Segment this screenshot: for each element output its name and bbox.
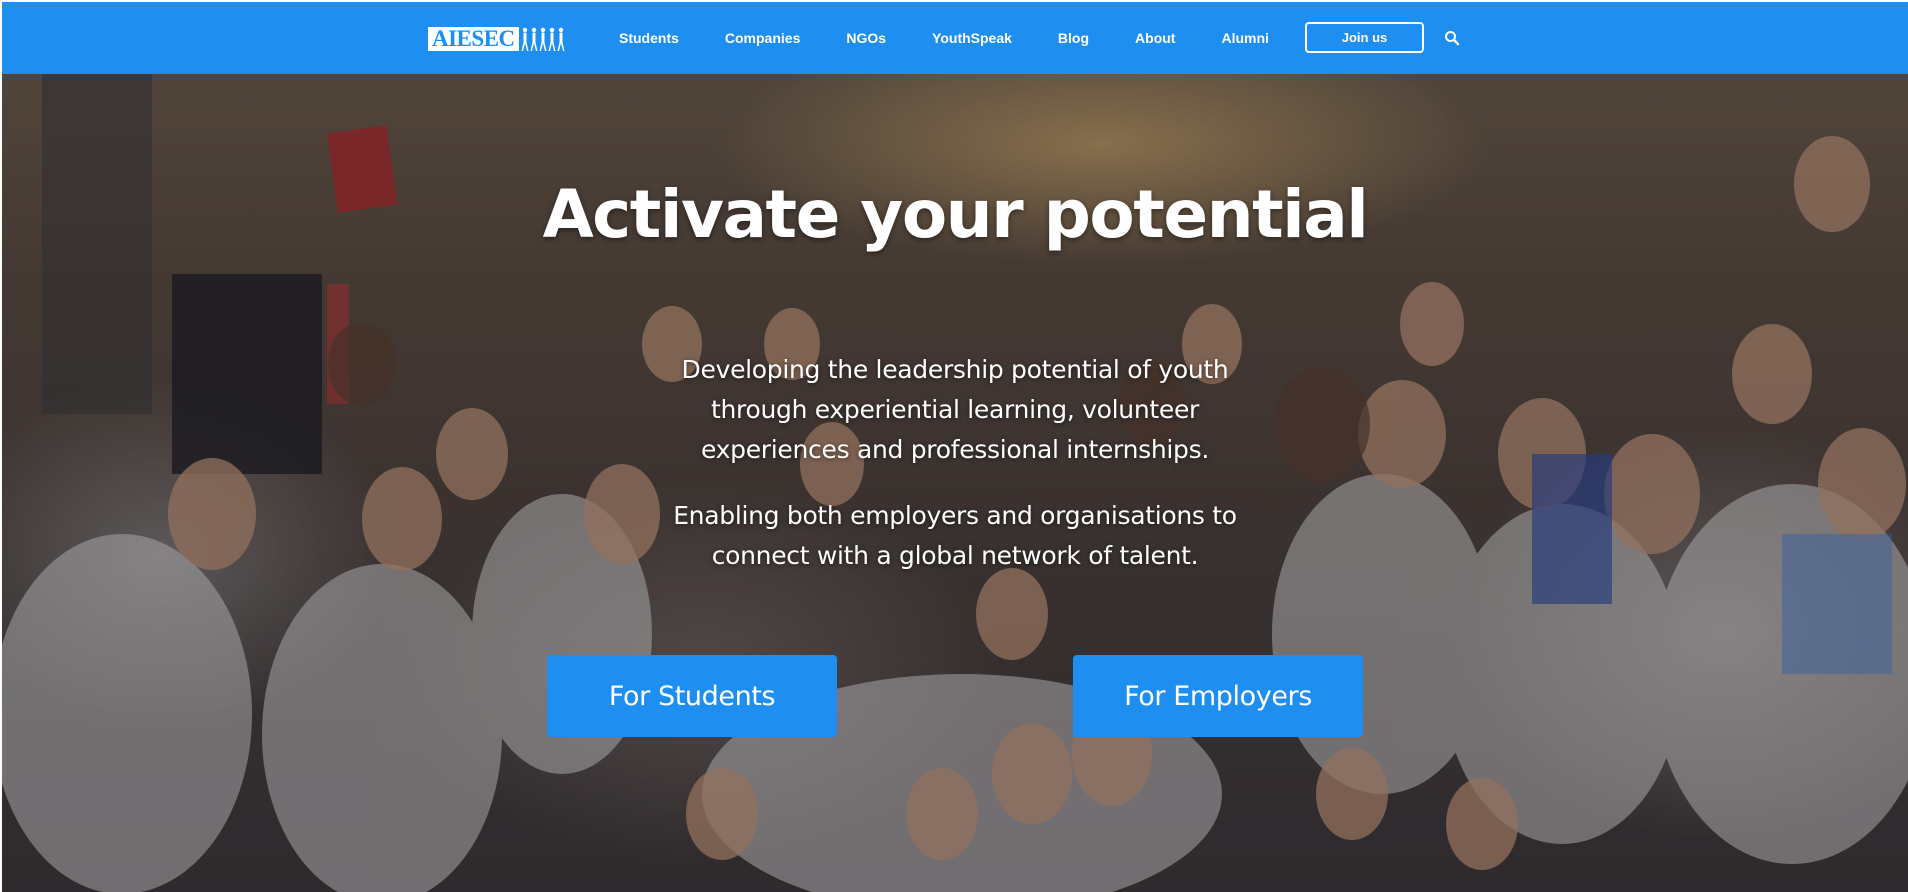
hero-paragraph-employers: Enabling both employers and organisation…: [673, 501, 1237, 570]
people-figures-icon: [521, 27, 565, 51]
page: AIESEC Students Companies NGOs YouthSpea…: [2, 2, 1908, 892]
main-nav: Students Companies NGOs YouthSpeak Blog …: [619, 2, 1315, 74]
nav-companies[interactable]: Companies: [725, 30, 800, 46]
nav-about[interactable]: About: [1135, 30, 1175, 46]
hero-title: Activate your potential: [542, 176, 1369, 253]
nav-ngos[interactable]: NGOs: [846, 30, 886, 46]
nav-blog[interactable]: Blog: [1058, 30, 1089, 46]
for-employers-button[interactable]: For Employers: [1073, 655, 1363, 737]
nav-students[interactable]: Students: [619, 30, 679, 46]
aiesec-logo[interactable]: AIESEC: [428, 26, 588, 52]
search-icon[interactable]: [1444, 30, 1460, 46]
join-us-button[interactable]: Join us: [1305, 22, 1424, 53]
hero-section: Activate your potential Developing the l…: [2, 74, 1908, 892]
logo-wordmark: AIESEC: [428, 27, 519, 51]
for-students-button[interactable]: For Students: [547, 655, 837, 737]
nav-youthspeak[interactable]: YouthSpeak: [932, 30, 1012, 46]
nav-alumni[interactable]: Alumni: [1221, 30, 1268, 46]
hero-paragraph-leadership: Developing the leadership potential of y…: [681, 355, 1229, 464]
top-navbar: AIESEC Students Companies NGOs YouthSpea…: [2, 2, 1908, 74]
